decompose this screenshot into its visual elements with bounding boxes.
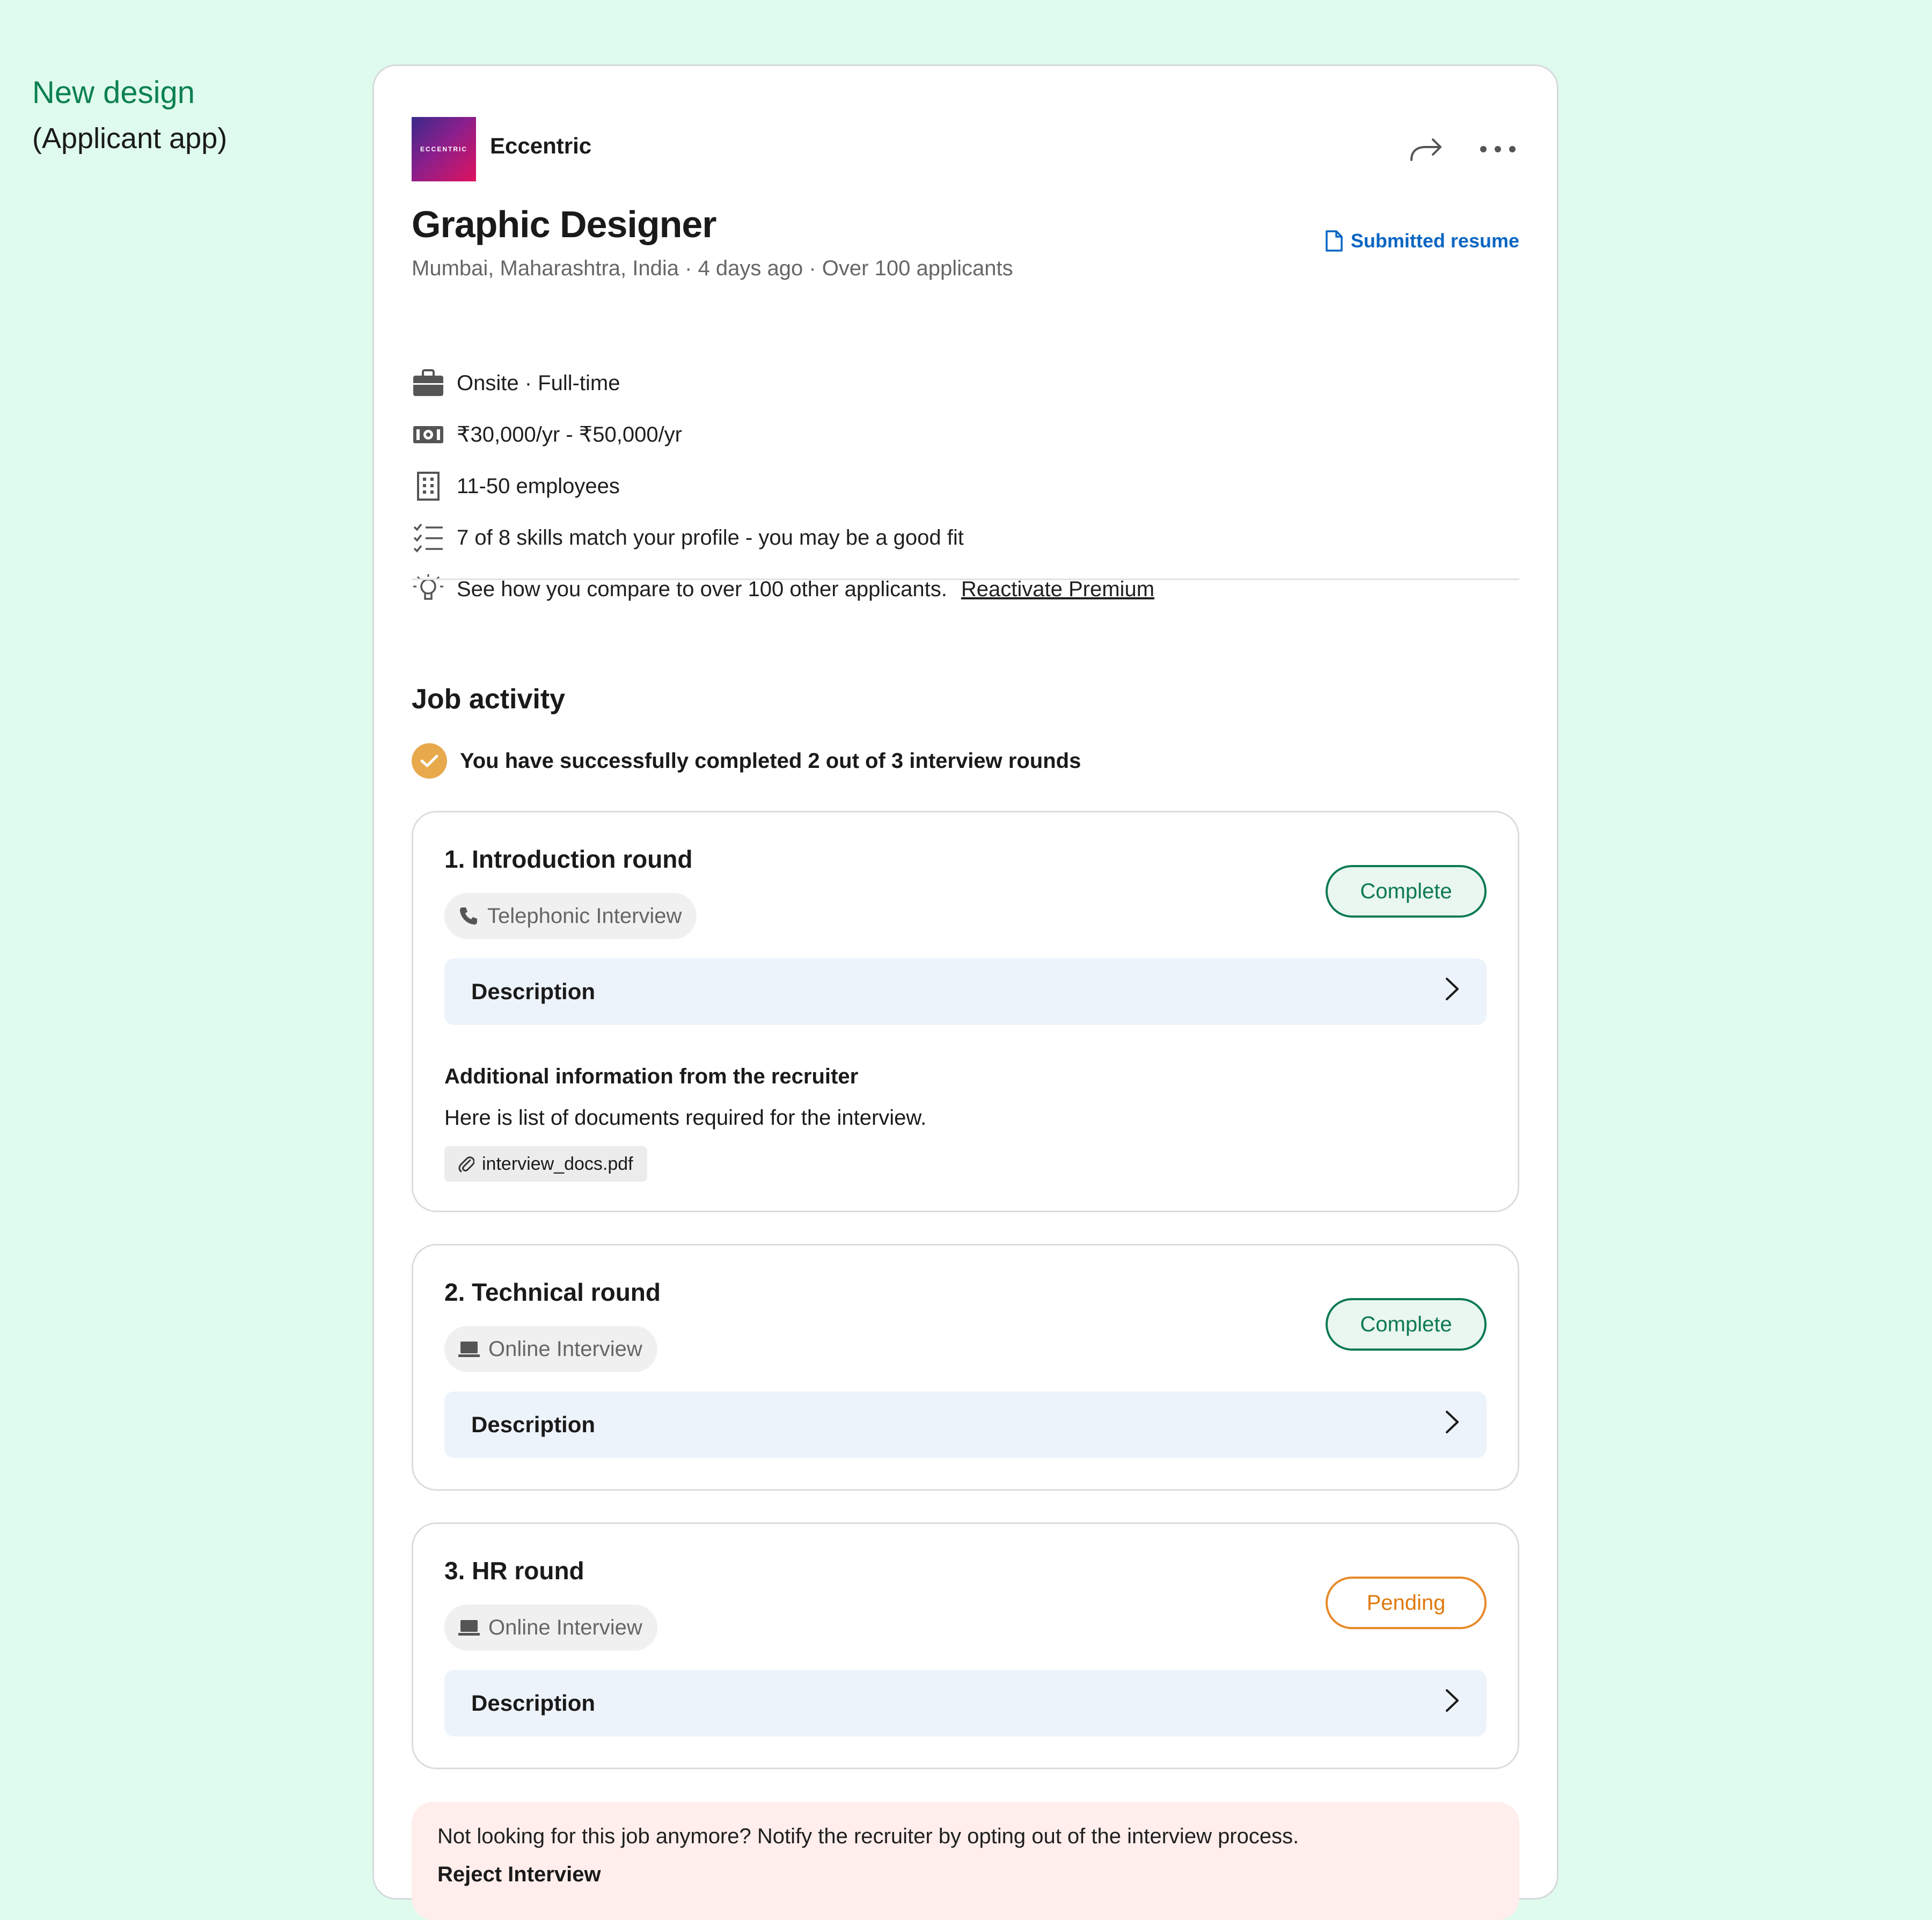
interview-type-chip: Telephonic Interview (444, 893, 697, 939)
status-badge: Pending (1326, 1577, 1487, 1629)
attachment-chip[interactable]: interview_docs.pdf (444, 1146, 647, 1182)
round-title: 1. Introduction round (444, 845, 693, 873)
salary-text: ₹30,000/yr - ₹50,000/yr (457, 423, 682, 446)
description-row[interactable]: Description (444, 958, 1487, 1025)
status-badge: Complete (1326, 865, 1487, 918)
description-label: Description (471, 1412, 596, 1437)
briefcase-icon (412, 367, 445, 400)
company-name[interactable]: Eccentric (490, 133, 591, 159)
phone-icon (458, 906, 479, 926)
opt-out-text: Not looking for this job anymore? Notify… (437, 1824, 1299, 1848)
company-size-row: 11-50 employees (412, 470, 620, 503)
interview-type-chip: Online Interview (444, 1326, 657, 1372)
status-badge: Complete (1326, 1298, 1487, 1351)
round-title: 2. Technical round (444, 1278, 661, 1306)
chevron-right-icon (1445, 977, 1460, 1007)
laptop-icon (458, 1340, 480, 1358)
interview-type-chip: Online Interview (444, 1604, 657, 1651)
description-row[interactable]: Description (444, 1391, 1487, 1458)
interview-type-label: Online Interview (488, 1337, 642, 1361)
side-note-title: New design (32, 75, 195, 110)
share-icon[interactable] (1406, 128, 1448, 171)
job-meta: Mumbai, Maharashtra, India · 4 days ago … (412, 257, 1013, 280)
reactivate-premium-link[interactable]: Reactivate Premium (961, 577, 1154, 602)
chevron-right-icon (1445, 1688, 1460, 1718)
chevron-right-icon (1445, 1410, 1460, 1440)
job-card: ECCENTRIC Eccentric Graphic Designer Mum… (372, 64, 1558, 1920)
reject-interview-button[interactable]: Reject Interview (437, 1863, 1494, 1887)
side-note-subtitle: (Applicant app) (32, 122, 228, 155)
document-icon (1326, 230, 1343, 252)
submitted-resume-link[interactable]: Submitted resume (1325, 230, 1519, 252)
round-title: 3. HR round (444, 1557, 584, 1585)
additional-info-text: Here is list of documents required for t… (444, 1106, 927, 1130)
attachment-filename: interview_docs.pdf (482, 1153, 633, 1174)
interview-type-label: Online Interview (488, 1615, 642, 1639)
description-label: Description (471, 1690, 596, 1716)
skills-row: 7 of 8 skills match your profile - you m… (412, 521, 964, 554)
laptop-icon (458, 1618, 480, 1637)
progress-message: You have successfully completed 2 out of… (412, 743, 1081, 779)
progress-text: You have successfully completed 2 out of… (460, 749, 1081, 773)
job-activity-title: Job activity (412, 684, 566, 715)
lightbulb-icon (412, 573, 445, 606)
check-circle-icon (412, 743, 447, 779)
compare-text: See how you compare to over 100 other ap… (457, 577, 947, 601)
section-divider (412, 578, 1519, 580)
workplace-text: Onsite · Full-time (457, 371, 620, 395)
more-options-icon[interactable] (1476, 128, 1519, 171)
workplace-row: Onsite · Full-time (412, 367, 620, 400)
skills-text: 7 of 8 skills match your profile - you m… (457, 525, 964, 549)
job-header: ECCENTRIC Eccentric (412, 117, 1519, 181)
description-label: Description (471, 979, 596, 1004)
opt-out-banner: Not looking for this job anymore? Notify… (412, 1802, 1519, 1920)
paperclip-icon (458, 1155, 474, 1173)
round-card-1: 1. Introduction round Telephonic Intervi… (412, 811, 1519, 1212)
submitted-resume-label: Submitted resume (1350, 230, 1519, 252)
company-logo-text: ECCENTRIC (420, 145, 467, 153)
interview-type-label: Telephonic Interview (487, 904, 682, 928)
salary-row: ₹30,000/yr - ₹50,000/yr (412, 418, 682, 451)
round-card-2: 2. Technical round Online Interview Comp… (412, 1244, 1519, 1491)
money-icon (412, 418, 445, 451)
job-title: Graphic Designer (412, 203, 717, 245)
round-card-3: 3. HR round Online Interview Pending Des… (412, 1522, 1519, 1769)
side-note: New design (Applicant app) (32, 70, 227, 161)
compare-row: See how you compare to over 100 other ap… (412, 573, 1154, 606)
building-icon (412, 470, 445, 503)
additional-info-title: Additional information from the recruite… (444, 1065, 859, 1088)
company-size-text: 11-50 employees (457, 474, 620, 498)
checklist-icon (412, 521, 445, 554)
description-row[interactable]: Description (444, 1670, 1487, 1736)
company-logo[interactable]: ECCENTRIC (412, 117, 476, 181)
